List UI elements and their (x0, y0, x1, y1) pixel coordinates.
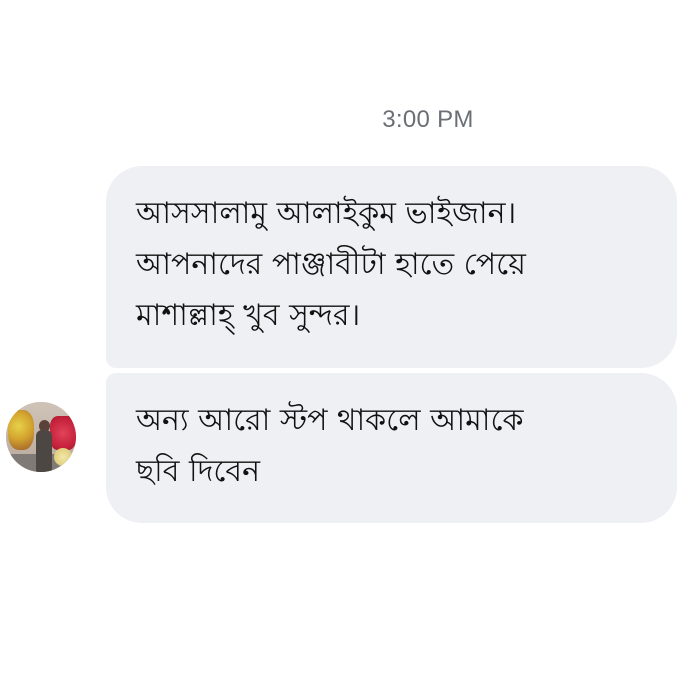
message-1-line-1: আসসালামু আলাইকুম ভাইজান। (136, 196, 517, 231)
avatar-flowers-left (8, 410, 34, 450)
contact-avatar[interactable] (6, 402, 76, 472)
message-bubble-2[interactable]: অন্য আরো স্টপ থাকলে আমাকে ছবি দিবেন (106, 373, 677, 523)
message-2-line-1: অন্য আরো স্টপ থাকলে আমাকে (136, 403, 524, 438)
message-2-line-2: ছবি দিবেন (136, 454, 260, 489)
message-1-line-3: মাশাল্লাহ্ খুব সুন্দর। (136, 298, 361, 333)
avatar-flowers-right (54, 448, 72, 466)
chat-thread: 3:00 PM আসসালামু আলাইকুম ভাইজান। আপনাদের… (0, 0, 700, 700)
message-1-line-2: আপনাদের পাঞ্জাবীটা হাতে পেয়ে (136, 247, 526, 282)
message-bubble-1[interactable]: আসসালামু আলাইকুম ভাইজান। আপনাদের পাঞ্জাব… (106, 166, 677, 368)
avatar-red-decor (50, 416, 76, 450)
avatar-person (36, 430, 52, 472)
message-timestamp: 3:00 PM (382, 106, 474, 133)
